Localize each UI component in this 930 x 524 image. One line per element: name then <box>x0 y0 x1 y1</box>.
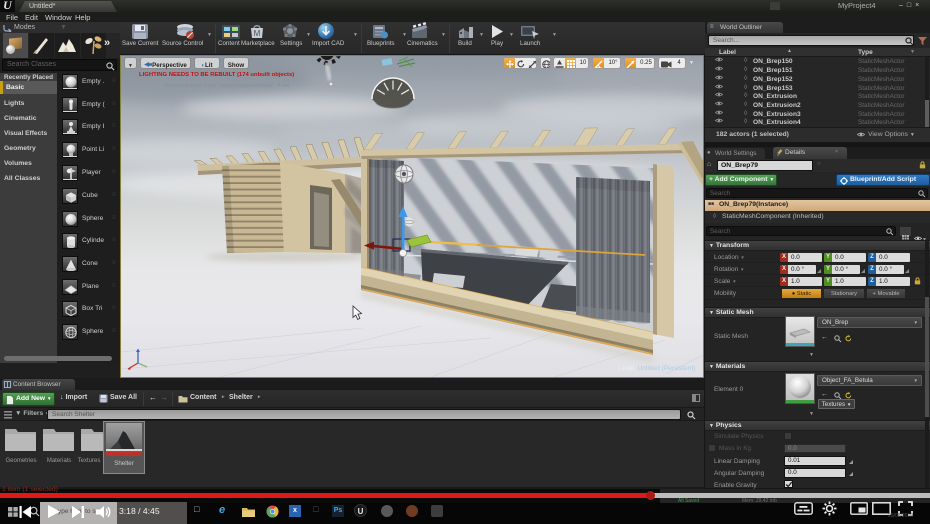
svg-text:M: M <box>254 29 261 38</box>
